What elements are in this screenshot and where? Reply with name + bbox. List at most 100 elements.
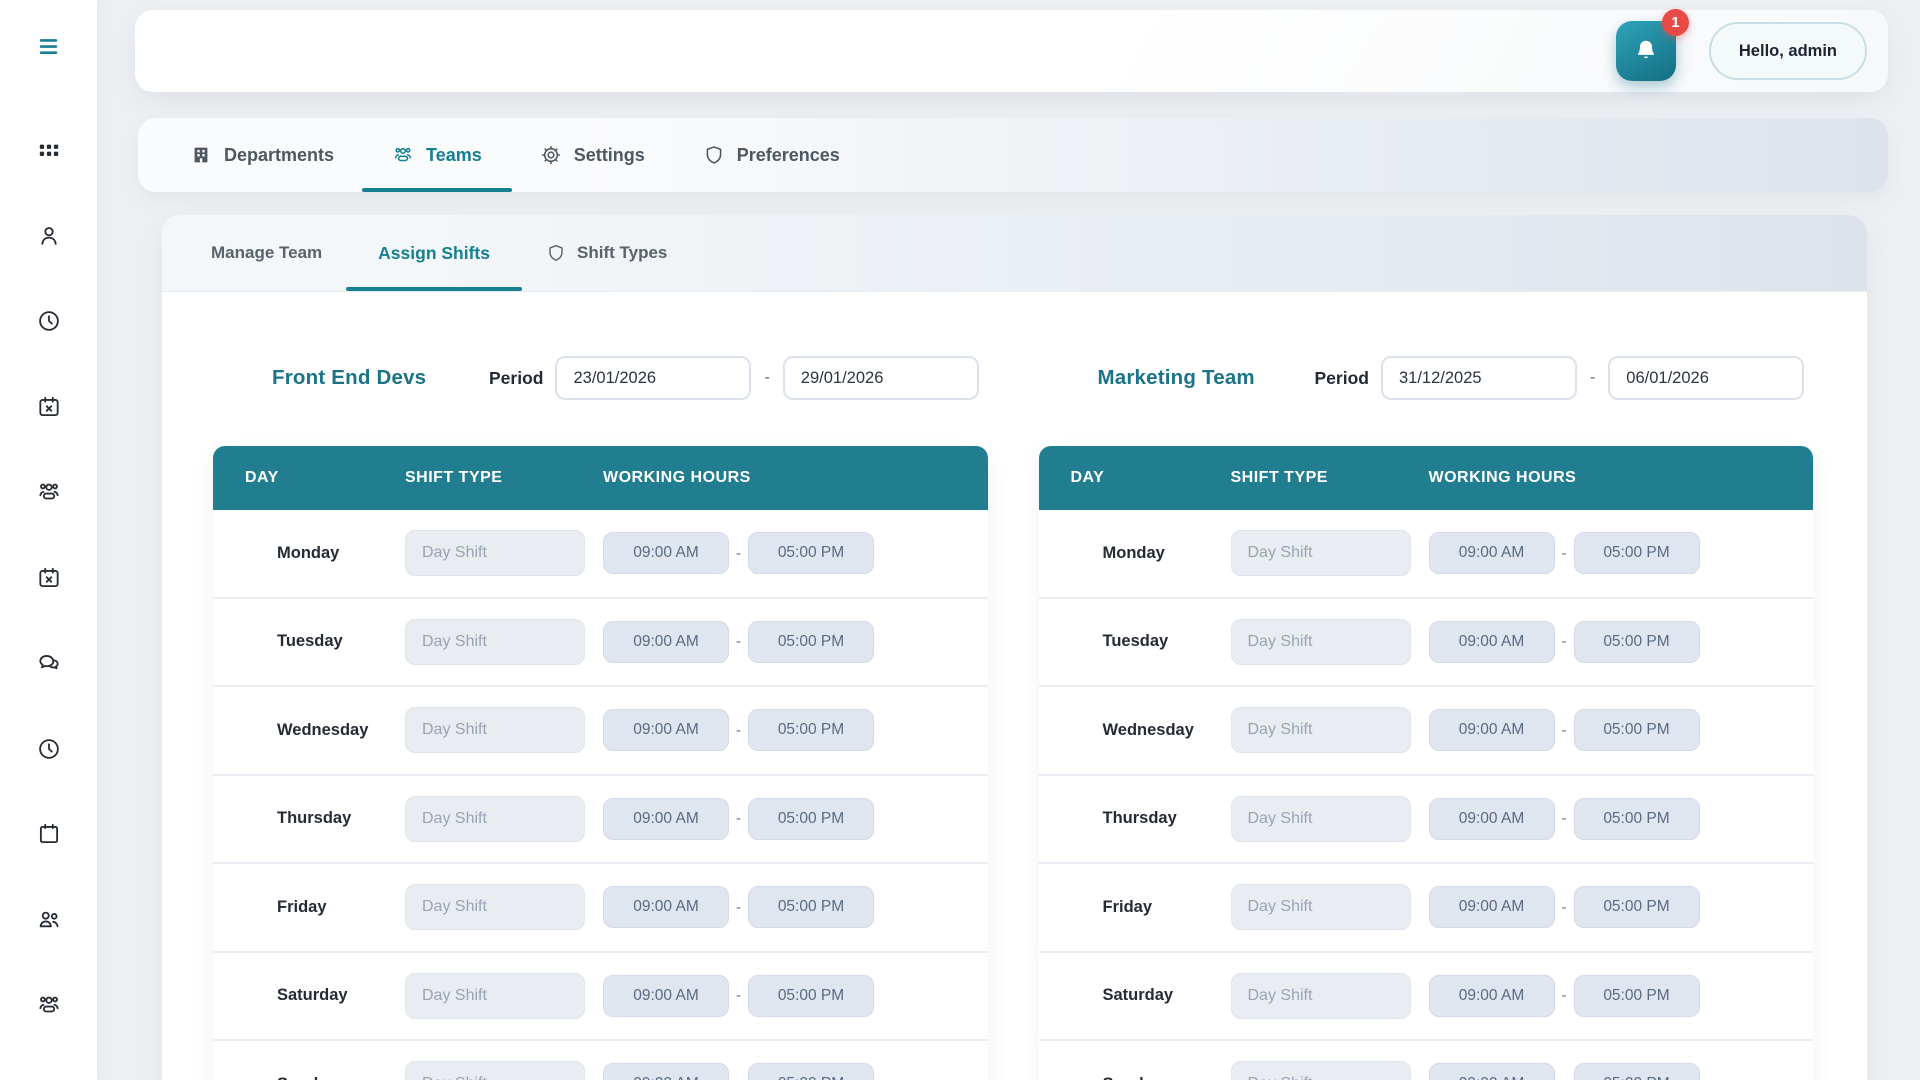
period-group: Period 23/01/2026 - 29/01/2026 bbox=[459, 356, 979, 400]
notifications-button[interactable]: 1 bbox=[1616, 21, 1676, 81]
period-start-input[interactable]: 23/01/2026 bbox=[555, 356, 751, 400]
end-time-input[interactable]: 05:00 PM bbox=[748, 621, 874, 663]
calendar-icon bbox=[1071, 720, 1092, 741]
shift-type-select[interactable]: Day Shift bbox=[1231, 973, 1411, 1019]
subtab-manage-team[interactable]: Manage Team bbox=[211, 215, 322, 291]
shift-type-select[interactable]: Day Shift bbox=[405, 619, 585, 665]
tab-preferences[interactable]: Preferences bbox=[703, 118, 840, 192]
start-time-input[interactable]: 09:00 AM bbox=[1429, 621, 1555, 663]
time-dash: - bbox=[1562, 633, 1567, 650]
sidebar-item-clock[interactable] bbox=[36, 736, 62, 762]
start-time-input[interactable]: 09:00 AM bbox=[1429, 975, 1555, 1017]
tab-settings[interactable]: Settings bbox=[540, 118, 645, 192]
start-time-input[interactable]: 09:00 AM bbox=[603, 532, 729, 574]
period-end-input[interactable]: 29/01/2026 bbox=[783, 356, 979, 400]
end-time-input[interactable]: 05:00 PM bbox=[748, 532, 874, 574]
end-time-input[interactable]: 05:00 PM bbox=[1574, 709, 1700, 751]
time-dash: - bbox=[736, 899, 741, 916]
shift-table-body: Monday Day Shift 09:00 AM - 05:00 PM Tue… bbox=[1039, 510, 1814, 1080]
shift-type-select[interactable]: Day Shift bbox=[405, 973, 585, 1019]
calendar-icon bbox=[245, 897, 266, 918]
calendar-icon bbox=[1071, 985, 1092, 1006]
working-hours-cell: 09:00 AM - 05:00 PM bbox=[1429, 532, 1814, 574]
shift-type-select[interactable]: Day Shift bbox=[405, 1061, 585, 1080]
shift-type-value: Day Shift bbox=[1248, 810, 1313, 828]
shift-type-select[interactable]: Day Shift bbox=[1231, 530, 1411, 576]
day-cell: Tuesday bbox=[1071, 631, 1231, 652]
end-time-input[interactable]: 05:00 PM bbox=[1574, 798, 1700, 840]
working-hours-cell: 09:00 AM - 05:00 PM bbox=[1429, 1063, 1814, 1080]
start-time-input[interactable]: 09:00 AM bbox=[603, 886, 729, 928]
working-hours-cell: 09:00 AM - 05:00 PM bbox=[603, 798, 988, 840]
shift-type-cell: Day Shift bbox=[405, 973, 603, 1019]
chevron-down-icon bbox=[1379, 898, 1397, 916]
start-time-input[interactable]: 09:00 AM bbox=[603, 709, 729, 751]
calendar-icon bbox=[944, 368, 964, 388]
start-time-input[interactable]: 09:00 AM bbox=[1429, 532, 1555, 574]
shift-table-header: DAY SHIFT TYPE WORKING HOURS bbox=[213, 446, 988, 510]
end-time-input[interactable]: 05:00 PM bbox=[748, 1063, 874, 1080]
shift-type-select[interactable]: Day Shift bbox=[1231, 796, 1411, 842]
shift-row: Friday Day Shift 09:00 AM - 05:00 PM bbox=[1039, 864, 1814, 953]
sidebar-item-users-pair[interactable] bbox=[36, 907, 62, 933]
end-time-input[interactable]: 05:00 PM bbox=[1574, 886, 1700, 928]
start-time-input[interactable]: 09:00 AM bbox=[603, 975, 729, 1017]
subtab-shift-types[interactable]: Shift Types bbox=[546, 215, 667, 291]
end-time-input[interactable]: 05:00 PM bbox=[748, 798, 874, 840]
start-time-input[interactable]: 09:00 AM bbox=[603, 621, 729, 663]
day-label: Tuesday bbox=[1103, 632, 1169, 651]
shift-type-select[interactable]: Day Shift bbox=[405, 530, 585, 576]
shift-type-select[interactable]: Day Shift bbox=[1231, 707, 1411, 753]
sidebar-item-apps-grid[interactable] bbox=[36, 137, 62, 163]
tab-label: Teams bbox=[426, 145, 482, 166]
end-time-input[interactable]: 05:00 PM bbox=[1574, 1063, 1700, 1080]
shift-type-select[interactable]: Day Shift bbox=[405, 796, 585, 842]
tab-departments[interactable]: Departments bbox=[190, 118, 334, 192]
time-dash: - bbox=[1562, 899, 1567, 916]
shift-type-select[interactable]: Day Shift bbox=[405, 884, 585, 930]
sidebar-item-clock[interactable] bbox=[36, 308, 62, 334]
shift-type-value: Day Shift bbox=[422, 987, 487, 1005]
end-time-input[interactable]: 05:00 PM bbox=[748, 886, 874, 928]
shift-type-select[interactable]: Day Shift bbox=[1231, 884, 1411, 930]
sidebar-item-users-group[interactable] bbox=[36, 479, 62, 505]
sidebar-item-users-group[interactable] bbox=[36, 992, 62, 1018]
shift-type-value: Day Shift bbox=[1248, 1075, 1313, 1080]
start-time-input[interactable]: 09:00 AM bbox=[603, 798, 729, 840]
period-end-input[interactable]: 06/01/2026 bbox=[1608, 356, 1804, 400]
start-time-input[interactable]: 09:00 AM bbox=[1429, 798, 1555, 840]
sidebar-item-chat[interactable] bbox=[36, 650, 62, 676]
working-hours-cell: 09:00 AM - 05:00 PM bbox=[1429, 709, 1814, 751]
end-time-input[interactable]: 05:00 PM bbox=[1574, 532, 1700, 574]
chevron-down-icon bbox=[1379, 810, 1397, 828]
shift-type-select[interactable]: Day Shift bbox=[1231, 619, 1411, 665]
sidebar-item-calendar-remove[interactable] bbox=[36, 394, 62, 420]
end-time-input[interactable]: 05:00 PM bbox=[748, 975, 874, 1017]
day-label: Thursday bbox=[277, 809, 351, 828]
period-start-input[interactable]: 31/12/2025 bbox=[1381, 356, 1577, 400]
start-time-input[interactable]: 09:00 AM bbox=[1429, 709, 1555, 751]
start-time-input[interactable]: 09:00 AM bbox=[1429, 886, 1555, 928]
end-time-input[interactable]: 05:00 PM bbox=[748, 709, 874, 751]
subtab-assign-shifts[interactable]: Assign Shifts bbox=[378, 215, 490, 291]
day-cell: Saturday bbox=[245, 985, 405, 1006]
tab-teams[interactable]: Teams bbox=[392, 118, 482, 192]
shift-type-value: Day Shift bbox=[422, 721, 487, 739]
shift-type-select[interactable]: Day Shift bbox=[1231, 1061, 1411, 1080]
shift-type-select[interactable]: Day Shift bbox=[405, 707, 585, 753]
shift-type-cell: Day Shift bbox=[405, 530, 603, 576]
working-hours-cell: 09:00 AM - 05:00 PM bbox=[1429, 886, 1814, 928]
end-time-input[interactable]: 05:00 PM bbox=[1574, 621, 1700, 663]
shift-table: DAY SHIFT TYPE WORKING HOURS Monday Day … bbox=[213, 446, 988, 1080]
shift-type-value: Day Shift bbox=[422, 633, 487, 651]
users-pair-icon bbox=[36, 907, 62, 933]
day-cell: Friday bbox=[245, 897, 405, 918]
end-time-input[interactable]: 05:00 PM bbox=[1574, 975, 1700, 1017]
sidebar-item-calendar-remove[interactable] bbox=[36, 565, 62, 591]
greeting-button[interactable]: Hello, admin bbox=[1709, 22, 1867, 80]
menu-button[interactable] bbox=[29, 28, 69, 64]
sidebar-item-user[interactable] bbox=[36, 223, 62, 249]
start-time-input[interactable]: 09:00 AM bbox=[603, 1063, 729, 1080]
sidebar-item-calendar[interactable] bbox=[36, 821, 62, 847]
start-time-input[interactable]: 09:00 AM bbox=[1429, 1063, 1555, 1080]
